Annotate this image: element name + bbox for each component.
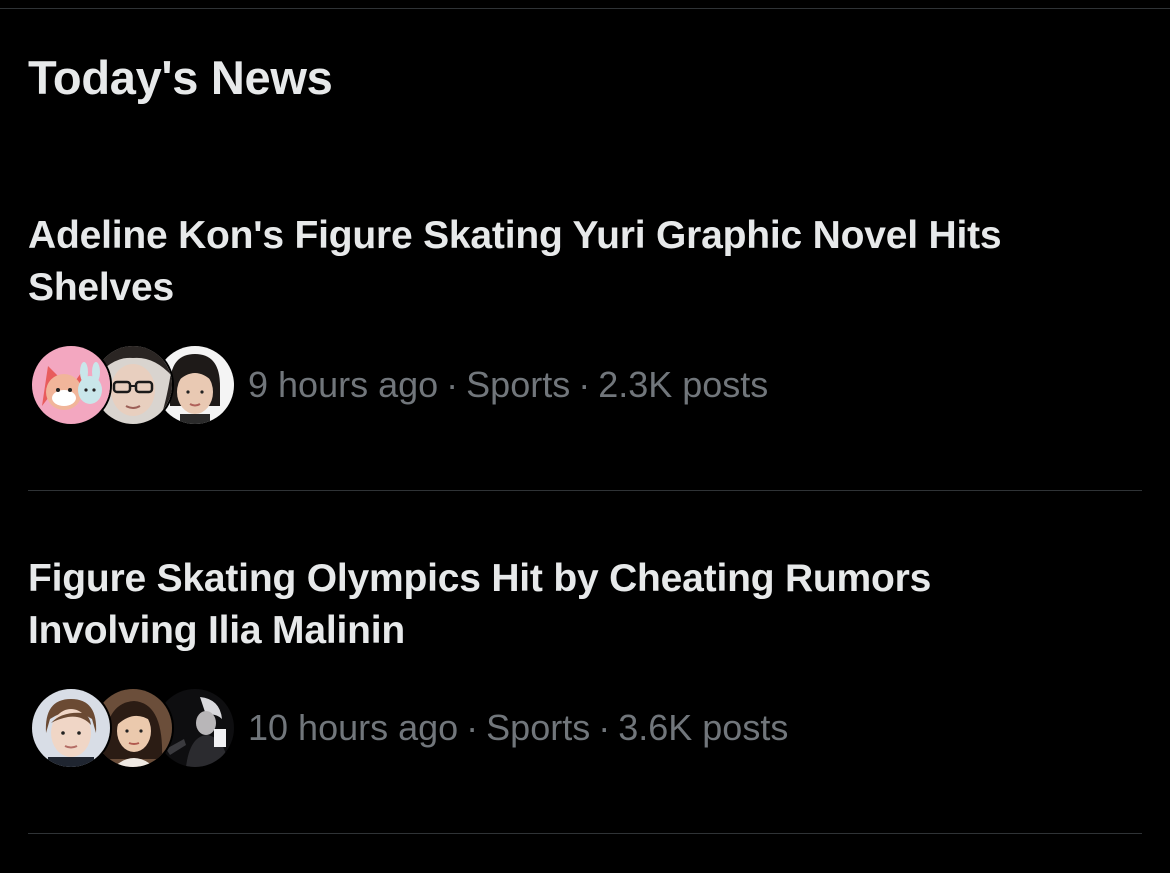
- avatar-group[interactable]: [30, 344, 236, 426]
- news-category: Sports: [466, 364, 571, 405]
- news-meta: 9 hours ago · Sports · 2.3K posts: [30, 344, 768, 426]
- avatar[interactable]: [30, 687, 112, 769]
- news-time: 10 hours ago: [248, 707, 459, 748]
- news-item[interactable]: Adeline Kon's Figure Skating Yuri Graphi…: [0, 210, 1170, 490]
- top-divider: [0, 8, 1170, 9]
- news-post-count: 3.6K posts: [618, 707, 789, 748]
- meta-separator: ·: [466, 707, 479, 748]
- illustrated-fox-bunny-avatar: [32, 346, 110, 424]
- meta-separator: ·: [446, 364, 459, 405]
- meta-separator: ·: [578, 364, 591, 405]
- news-time: 9 hours ago: [248, 364, 439, 405]
- news-post-count: 2.3K posts: [598, 364, 769, 405]
- avatar[interactable]: [30, 344, 112, 426]
- news-category: Sports: [486, 707, 591, 748]
- news-headline[interactable]: Adeline Kon's Figure Skating Yuri Graphi…: [28, 210, 1088, 314]
- person-portrait-avatar: [32, 689, 110, 767]
- item-divider: [28, 490, 1142, 491]
- meta-separator: ·: [598, 707, 611, 748]
- avatar-group[interactable]: [30, 687, 236, 769]
- news-meta-text: 9 hours ago · Sports · 2.3K posts: [248, 363, 768, 407]
- news-headline[interactable]: Figure Skating Olympics Hit by Cheating …: [28, 553, 1088, 657]
- item-divider: [28, 833, 1142, 834]
- news-item[interactable]: Figure Skating Olympics Hit by Cheating …: [0, 553, 1170, 833]
- section-title: Today's News: [28, 51, 333, 104]
- news-meta-text: 10 hours ago · Sports · 3.6K posts: [248, 706, 788, 750]
- news-meta: 10 hours ago · Sports · 3.6K posts: [30, 687, 788, 769]
